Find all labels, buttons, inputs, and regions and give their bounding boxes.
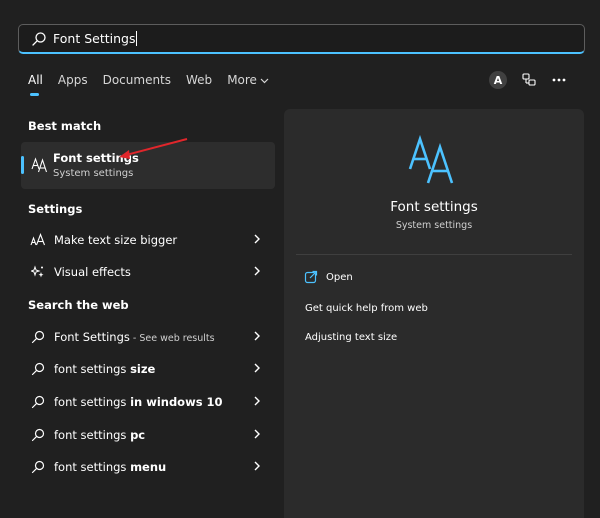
tab-documents[interactable]: Documents xyxy=(103,73,171,87)
open-label: Open xyxy=(326,271,353,283)
section-settings: Settings xyxy=(28,202,83,216)
web-result-item[interactable]: font settings pc xyxy=(21,420,275,450)
search-input[interactable]: Font Settings xyxy=(53,31,135,46)
avatar[interactable]: A xyxy=(489,71,507,89)
more-options-icon[interactable] xyxy=(550,71,568,89)
settings-item-make-text-bigger[interactable]: Make text size bigger xyxy=(21,225,275,255)
web-result-item[interactable]: font settings menu xyxy=(21,452,275,482)
font-aa-large-icon xyxy=(408,134,454,184)
detail-subtitle: System settings xyxy=(395,220,473,231)
people-icon xyxy=(522,73,536,86)
settings-item-visual-effects[interactable]: Visual effects xyxy=(21,257,275,287)
web-result-bold: size xyxy=(130,362,156,376)
font-aa-icon xyxy=(31,157,48,173)
chevron-right-icon xyxy=(254,234,260,244)
search-box[interactable]: Font Settings xyxy=(18,24,585,54)
header-actions: A xyxy=(489,71,580,89)
search-icon xyxy=(30,459,46,475)
open-button[interactable]: Open xyxy=(304,270,353,284)
chevron-right-icon xyxy=(254,363,260,373)
detail-panel: Font settings System settings Open Get q… xyxy=(284,109,584,518)
divider xyxy=(296,254,572,255)
tab-more-label: More xyxy=(227,73,257,87)
ellipsis-icon xyxy=(552,78,566,82)
web-result-item[interactable]: font settings size xyxy=(21,354,275,384)
search-icon xyxy=(30,427,46,443)
tab-more[interactable]: More xyxy=(227,73,269,87)
text-caret xyxy=(136,31,138,46)
web-result-text: font settings xyxy=(54,460,131,474)
web-result-text: font settings xyxy=(54,362,131,376)
filter-tabs: All Apps Documents Web More xyxy=(28,73,284,96)
best-match-item[interactable]: Font settings System settings xyxy=(21,142,275,189)
chevron-down-icon xyxy=(260,78,269,84)
section-search-web: Search the web xyxy=(28,298,129,312)
search-icon xyxy=(30,394,46,410)
tab-apps[interactable]: Apps xyxy=(58,73,88,87)
settings-item-label: Visual effects xyxy=(54,265,131,279)
search-icon xyxy=(30,361,46,377)
best-match-title: Font settings xyxy=(53,151,139,165)
web-result-item[interactable]: font settings in windows 10 xyxy=(21,387,275,417)
chevron-right-icon xyxy=(254,396,260,406)
detail-title: Font settings xyxy=(390,199,478,215)
text-size-icon xyxy=(30,232,46,248)
web-result-bold: pc xyxy=(130,428,146,442)
web-result-text: font settings xyxy=(54,428,131,442)
web-result-suffix: - See web results xyxy=(129,333,215,344)
tab-web[interactable]: Web xyxy=(186,73,212,87)
best-match-subtitle: System settings xyxy=(53,168,134,179)
settings-item-label: Make text size bigger xyxy=(54,233,178,247)
web-result-text: font settings xyxy=(54,395,131,409)
chevron-right-icon xyxy=(254,461,260,471)
web-result-text: Font Settings xyxy=(54,330,130,344)
search-icon xyxy=(32,31,46,46)
open-external-icon xyxy=(304,270,318,284)
selection-indicator xyxy=(21,156,24,174)
chevron-right-icon xyxy=(254,266,260,276)
chevron-right-icon xyxy=(254,331,260,341)
tab-all[interactable]: All xyxy=(28,73,43,96)
sparkle-icon xyxy=(30,264,46,280)
web-result-item[interactable]: Font Settings - See web results xyxy=(21,322,275,352)
action-adjusting-text-size[interactable]: Adjusting text size xyxy=(305,332,397,343)
web-result-bold: menu xyxy=(130,460,167,474)
web-result-bold: in windows 10 xyxy=(130,395,223,409)
chevron-right-icon xyxy=(254,429,260,439)
section-best-match: Best match xyxy=(28,119,102,133)
action-quick-help[interactable]: Get quick help from web xyxy=(305,303,428,314)
search-icon xyxy=(30,329,46,345)
connected-accounts-icon[interactable] xyxy=(520,71,538,89)
